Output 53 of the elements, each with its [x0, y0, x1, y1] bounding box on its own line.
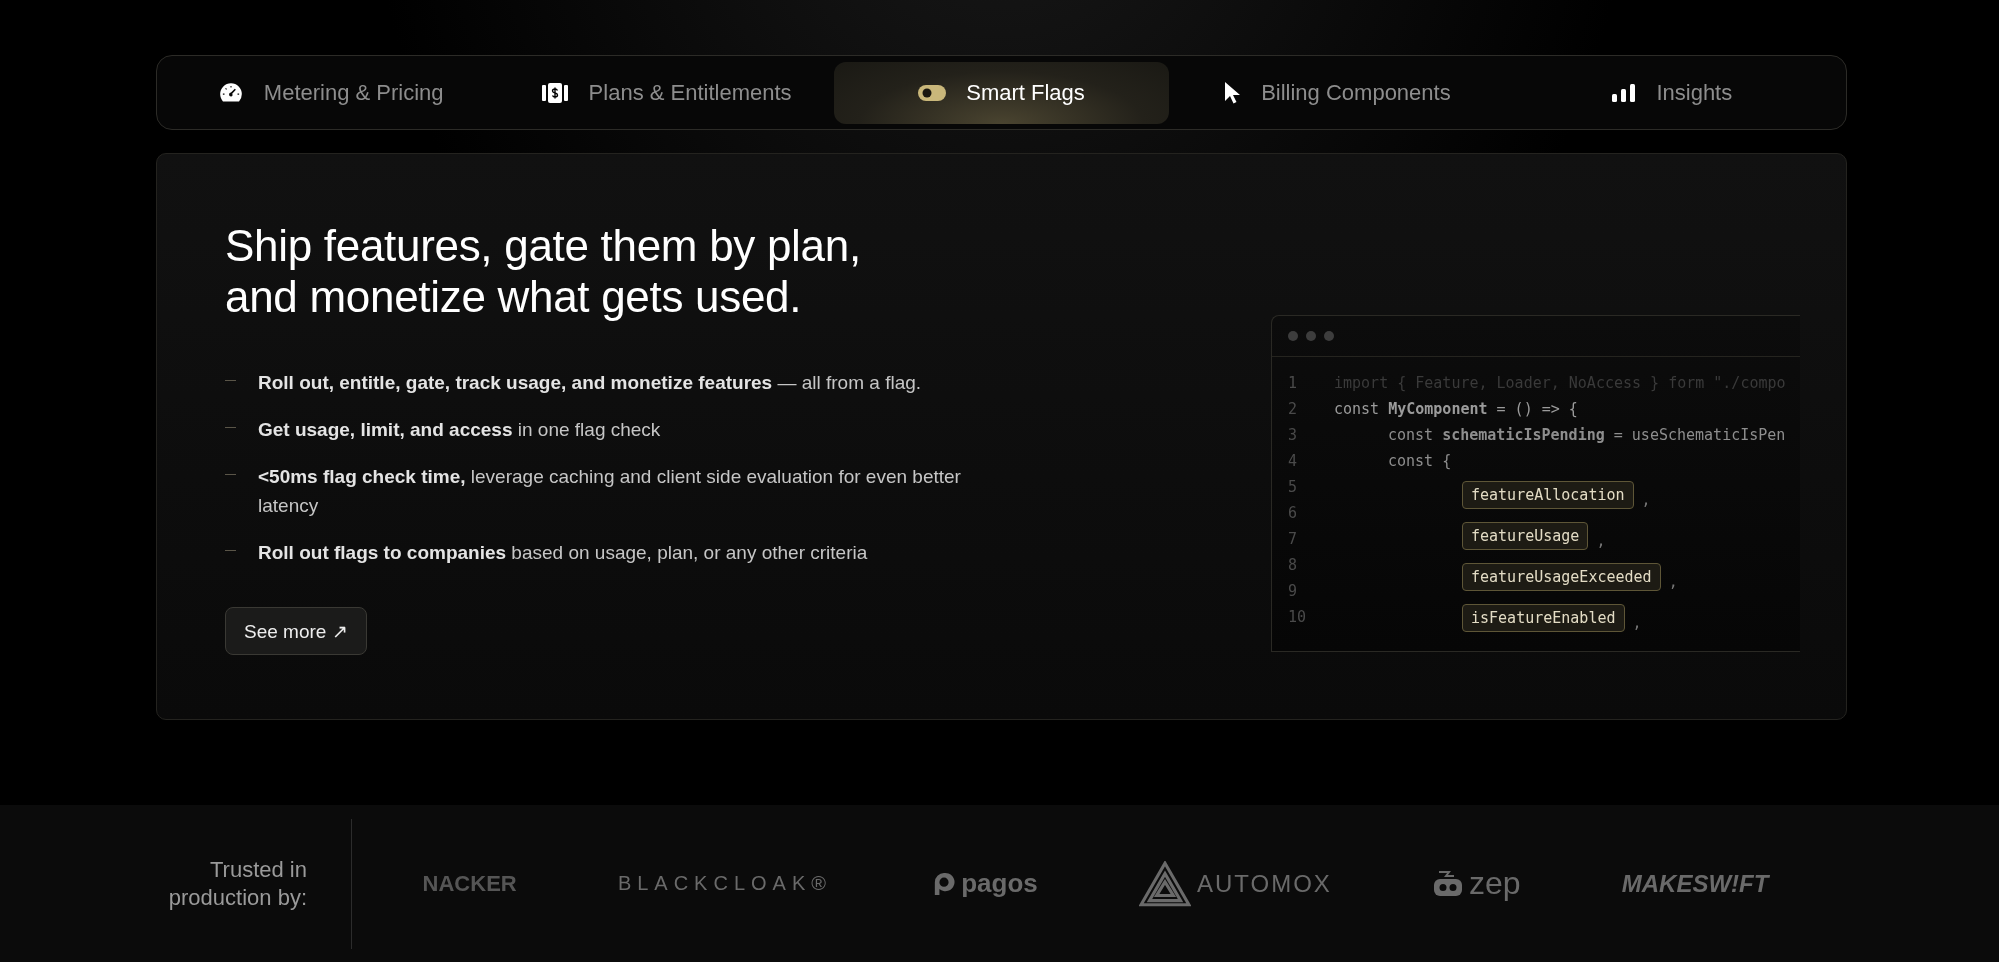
toggle-icon: [918, 84, 947, 101]
window-dot: [1288, 331, 1298, 341]
code-text: ,: [1632, 614, 1642, 634]
line-number: 5: [1288, 477, 1299, 498]
bullet-text: Roll out, entitle, gate, track usage, and monetize features — all from a flag.: [258, 371, 922, 395]
bullet-text: <50ms flag check time, leverage caching and client side evaluation for even better latency: [258, 465, 962, 518]
trusted-label: Trusted in production by:: [0, 818, 352, 949]
tab[interactable]: Metering & Pricing: [163, 61, 499, 124]
bullet-mark: [225, 474, 236, 475]
triangle-logo-icon: [1138, 860, 1191, 907]
code-line: const {: [1387, 452, 1452, 470]
line-number: 6: [1288, 503, 1299, 524]
code-token: isFeatureEnabled: [1462, 603, 1625, 632]
line-number: 9: [1288, 581, 1299, 602]
code-token: featureUsageExceeded: [1462, 562, 1661, 591]
logo-icon: [933, 870, 956, 897]
bullet-mark: [225, 427, 236, 428]
code-token: featureUsage: [1462, 521, 1589, 550]
cursor-icon: [1223, 80, 1242, 105]
bullet-mark: [225, 550, 236, 551]
line-number: 8: [1288, 555, 1299, 576]
logo-wordmark: zep: [1469, 865, 1521, 902]
window-dot: [1324, 331, 1334, 341]
heading: Ship features, gate them by plan, and monetize what gets used.: [225, 220, 862, 322]
logo-wordmark: NACKER: [422, 870, 517, 897]
bill-icon: [540, 81, 569, 104]
logo-wordmark: MAKESW!FT: [1621, 869, 1769, 898]
code-token: featureAllocation: [1462, 480, 1634, 509]
tab[interactable]: Billing Components: [1169, 61, 1505, 124]
bullet-text: Get usage, limit, and access in one flag check: [258, 418, 661, 442]
bullet-mark: [225, 380, 236, 381]
code-text: ,: [1641, 491, 1651, 511]
bar-chart-icon: [1612, 83, 1637, 102]
line-number: 2: [1288, 399, 1299, 420]
line-number: 1: [1288, 373, 1299, 394]
tab[interactable]: Smart Flags: [833, 61, 1170, 124]
tab[interactable]: Plans & Entitlements: [498, 61, 834, 124]
code-line: const MyComponent = () => {: [1334, 400, 1578, 418]
line-number: 10: [1288, 607, 1308, 628]
robot-icon: [1433, 869, 1463, 898]
logo-wordmark: AUTOMOX: [1196, 869, 1332, 898]
bullet-text: Roll out flags to companies based on usage, plan, or any other criteria: [258, 541, 868, 565]
code-text: ,: [1596, 532, 1606, 552]
window-dot: [1306, 331, 1316, 341]
line-number: 4: [1288, 451, 1299, 472]
line-number: 3: [1288, 425, 1299, 446]
code-text: ,: [1668, 573, 1678, 593]
code-line: const schematicIsPending = useSchematicIsPen: [1387, 426, 1786, 444]
logo-wordmark: pagos: [961, 868, 1038, 899]
tab[interactable]: Insights: [1504, 61, 1841, 124]
logo-wordmark: BLACKCLOAK®: [617, 872, 832, 895]
line-number: 7: [1288, 529, 1299, 550]
see-more-button[interactable]: See more ↗: [225, 607, 367, 655]
